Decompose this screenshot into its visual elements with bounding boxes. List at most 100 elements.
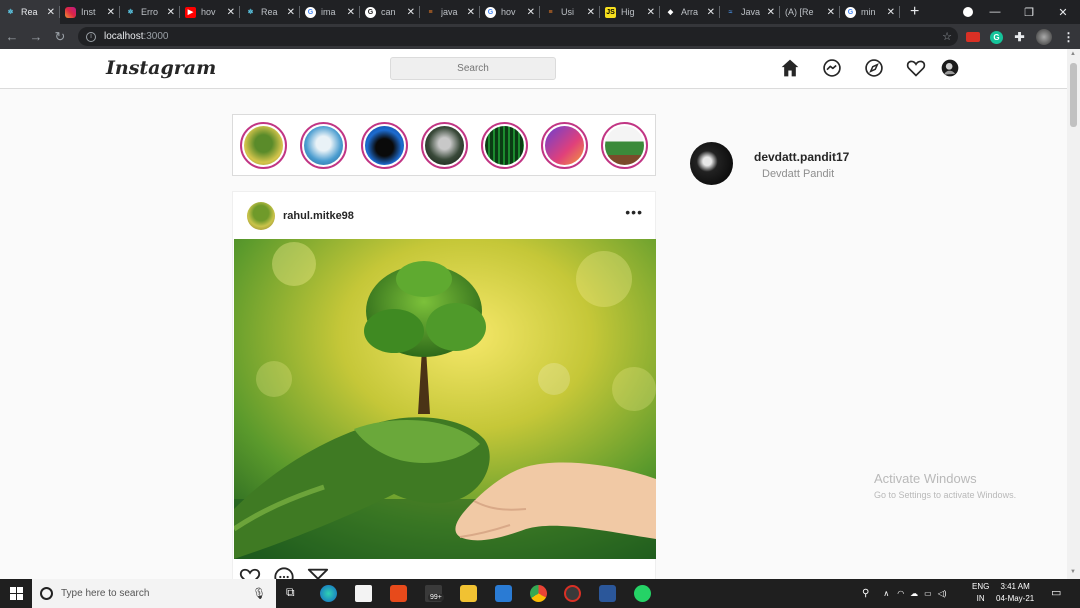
- battery-icon[interactable]: ▭: [924, 589, 932, 598]
- profile-avatar-icon[interactable]: [940, 58, 960, 78]
- browser-tab-12[interactable]: ◆ Arra ✕: [660, 0, 720, 24]
- scrollbar-thumb[interactable]: [1070, 63, 1077, 127]
- story-avatar[interactable]: [361, 122, 408, 169]
- record-icon[interactable]: [963, 7, 973, 17]
- chrome-profile-icon[interactable]: [564, 585, 581, 602]
- like-heart-icon[interactable]: [239, 566, 261, 579]
- browser-tab-11[interactable]: JS Hig ✕: [600, 0, 660, 24]
- browser-tab-1[interactable]: ⚛ Rea ✕: [0, 0, 60, 24]
- windows-start-icon[interactable]: [10, 587, 23, 600]
- page-scrollbar[interactable]: ▲ ▼: [1067, 49, 1080, 579]
- whatsapp-icon[interactable]: [634, 585, 651, 602]
- browser-tab-14[interactable]: (A) [Re ✕: [780, 0, 840, 24]
- wifi-icon[interactable]: ◠: [897, 589, 904, 598]
- scroll-up-icon[interactable]: ▲: [1070, 51, 1076, 57]
- new-tab-button[interactable]: +: [910, 3, 919, 21]
- close-icon[interactable]: ✕: [347, 7, 355, 18]
- story-avatar[interactable]: [240, 122, 287, 169]
- browser-tab-15[interactable]: Gmin ✕: [840, 0, 900, 24]
- close-icon[interactable]: ✕: [407, 7, 415, 18]
- story-avatar[interactable]: [481, 122, 528, 169]
- close-icon[interactable]: ✕: [227, 7, 235, 18]
- browser-tab-6[interactable]: Gima ✕: [300, 0, 360, 24]
- comment-icon[interactable]: [273, 566, 295, 579]
- search-input[interactable]: [390, 57, 556, 80]
- chrome-icon[interactable]: [530, 585, 547, 602]
- edge-icon[interactable]: [320, 585, 337, 602]
- grammarly-extension-icon[interactable]: G: [990, 30, 1003, 44]
- chevron-up-icon[interactable]: ∧: [883, 589, 889, 598]
- sidebar-username[interactable]: devdatt.pandit17: [754, 150, 849, 164]
- close-icon[interactable]: ✕: [707, 7, 715, 18]
- file-explorer-icon[interactable]: [460, 585, 477, 602]
- profile-avatar-icon[interactable]: [1036, 29, 1052, 45]
- story-avatar[interactable]: [541, 122, 588, 169]
- region-code: IN: [976, 594, 985, 603]
- scroll-down-icon[interactable]: ▼: [1070, 569, 1076, 575]
- home-icon[interactable]: [780, 58, 800, 78]
- explore-icon[interactable]: [864, 58, 884, 78]
- browser-tab-9[interactable]: Ghov ✕: [480, 0, 540, 24]
- browser-tab-3[interactable]: ⚛ Erro ✕: [120, 0, 180, 24]
- activate-title: Activate Windows: [874, 471, 977, 486]
- close-icon[interactable]: ✕: [887, 7, 895, 18]
- activate-subtitle: Go to Settings to activate Windows.: [874, 490, 1017, 500]
- menu-icon[interactable]: ⋮: [1062, 30, 1075, 44]
- close-icon[interactable]: ✕: [587, 7, 595, 18]
- cloud-icon[interactable]: ☁: [910, 589, 918, 598]
- people-icon[interactable]: ⚲: [862, 588, 869, 599]
- taskbar-clock[interactable]: 3:41 AM 04-May-21: [996, 581, 1034, 605]
- more-options-icon[interactable]: •••: [625, 204, 643, 220]
- browser-tab-10[interactable]: ≡ Usi ✕: [540, 0, 600, 24]
- stackoverflow-icon: ≡: [428, 8, 433, 16]
- story-avatar[interactable]: [421, 122, 468, 169]
- close-icon[interactable]: ✕: [647, 7, 655, 18]
- messenger-icon[interactable]: [822, 58, 842, 78]
- taskbar-search[interactable]: Type here to search 🎙: [32, 579, 276, 608]
- close-icon[interactable]: ✕: [767, 7, 775, 18]
- action-center-icon[interactable]: ▭: [1051, 586, 1061, 599]
- minimize-icon[interactable]: —: [978, 6, 1012, 18]
- close-icon[interactable]: ✕: [167, 7, 175, 18]
- office-icon[interactable]: [390, 585, 407, 602]
- browser-tab-2[interactable]: Inst ✕: [60, 0, 120, 24]
- bookmark-star-icon[interactable]: ☆: [942, 30, 952, 43]
- close-icon[interactable]: ✕: [467, 7, 475, 18]
- react-icon: ⚛: [7, 9, 14, 16]
- url-input[interactable]: i localhost:3000 ☆: [78, 27, 958, 46]
- word-icon[interactable]: [599, 585, 616, 602]
- browser-tab-5[interactable]: ⚛ Rea ✕: [240, 0, 300, 24]
- maximize-icon[interactable]: ❐: [1012, 6, 1046, 19]
- post-username[interactable]: rahul.mitke98: [283, 210, 354, 222]
- close-icon[interactable]: ✕: [527, 7, 535, 18]
- story-avatar[interactable]: [601, 122, 648, 169]
- close-icon[interactable]: ✕: [827, 7, 835, 18]
- story-avatar[interactable]: [300, 122, 347, 169]
- microphone-icon[interactable]: 🎙: [252, 587, 266, 600]
- post-avatar[interactable]: [247, 202, 275, 230]
- store-icon[interactable]: [355, 585, 372, 602]
- browser-tab-7[interactable]: Gcan ✕: [360, 0, 420, 24]
- forward-icon[interactable]: →: [24, 29, 48, 44]
- language-indicator[interactable]: ENG IN: [972, 581, 989, 605]
- extension-record-icon[interactable]: [966, 32, 980, 42]
- close-icon[interactable]: ✕: [287, 7, 295, 18]
- reload-icon[interactable]: ↻: [48, 29, 72, 45]
- browser-tab-8[interactable]: ≡ java ✕: [420, 0, 480, 24]
- browser-tab-4[interactable]: ▶ hov ✕: [180, 0, 240, 24]
- info-icon[interactable]: i: [86, 31, 96, 42]
- close-icon[interactable]: ✕: [47, 7, 55, 18]
- close-icon[interactable]: ✕: [107, 7, 115, 18]
- share-icon[interactable]: [307, 566, 329, 579]
- puzzle-icon[interactable]: ✚: [1013, 30, 1026, 44]
- back-icon[interactable]: ←: [0, 29, 24, 44]
- vscode-icon[interactable]: [495, 585, 512, 602]
- sidebar-profile-avatar[interactable]: [690, 142, 733, 185]
- post-image[interactable]: [234, 239, 656, 559]
- browser-tab-13[interactable]: ≈ Java ✕: [720, 0, 780, 24]
- close-window-icon[interactable]: ✕: [1046, 6, 1080, 19]
- volume-icon[interactable]: ◁): [938, 589, 947, 598]
- task-view-icon[interactable]: ⧉: [286, 585, 295, 600]
- heart-icon[interactable]: [906, 58, 926, 78]
- instagram-logo[interactable]: Instagram: [106, 57, 216, 79]
